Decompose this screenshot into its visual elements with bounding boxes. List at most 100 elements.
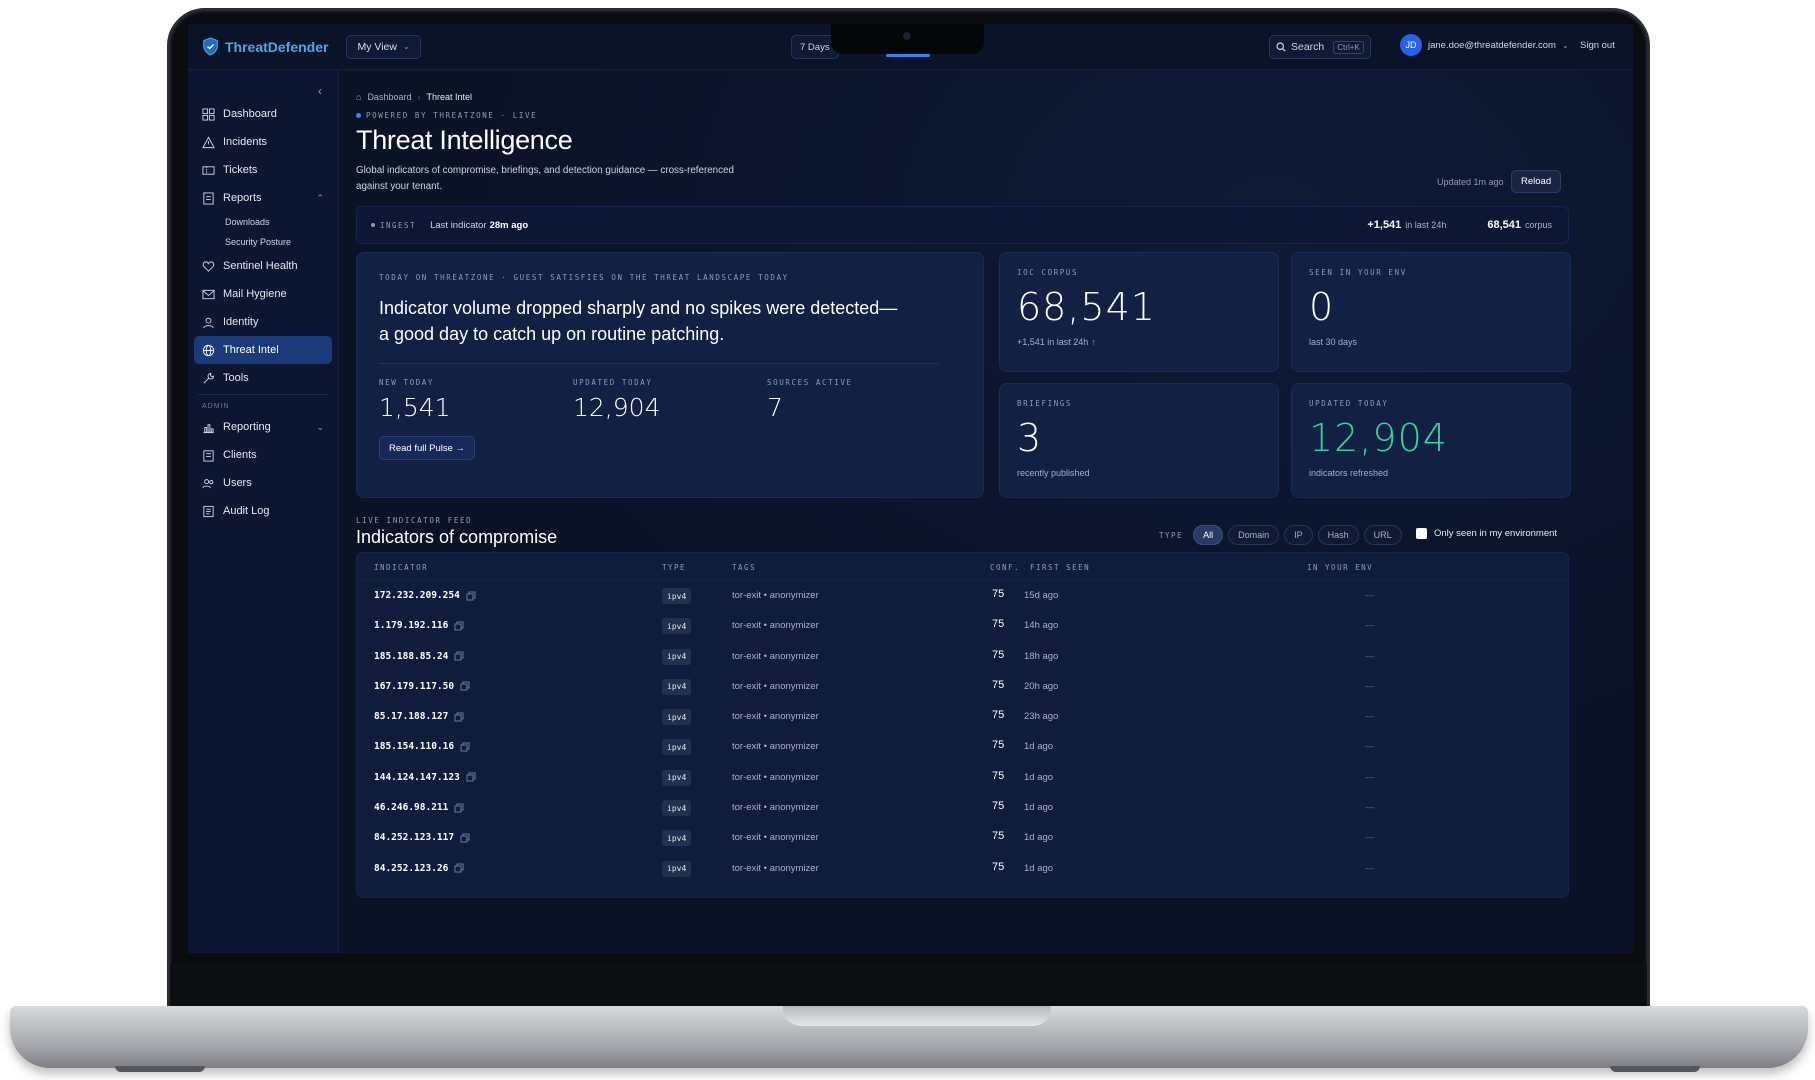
search-icon	[1276, 42, 1286, 52]
sidebar-item-identity[interactable]: Identity	[194, 308, 332, 336]
read-full-pulse-button[interactable]: Read full Pulse →	[379, 436, 476, 460]
ioc-table: INDICATOR TYPE TAGS CONF. FIRST SEEN IN …	[356, 552, 1569, 898]
page-title: Threat Intelligence	[356, 125, 573, 155]
sidebar-subitem-security-posture[interactable]: Security Posture	[194, 232, 332, 252]
copy-icon[interactable]	[466, 591, 476, 601]
ingest-delta-label: in last 24h	[1405, 220, 1447, 230]
ingest-last-label: Last indicator	[430, 219, 487, 231]
in-env-cell: —	[1365, 862, 1375, 874]
laptop-foot	[115, 1066, 205, 1072]
indicator-cell[interactable]: 84.252.123.117	[374, 832, 470, 843]
user-email: jane.doe@threatdefender.com	[1428, 39, 1556, 51]
pulse-stat-sources: SOURCES ACTIVE 7	[767, 378, 961, 422]
log-icon	[203, 505, 214, 517]
table-row[interactable]: 85.17.188.127 ipv4 tor-exit • anonymizer 75…	[357, 702, 1568, 732]
reload-button[interactable]: Reload	[1511, 170, 1562, 193]
col-in-your-env[interactable]: IN YOUR ENV	[1307, 563, 1373, 572]
sidebar-item-sentinel-health[interactable]: Sentinel Health	[194, 252, 332, 280]
stat-card-briefings: BRIEFINGS 3 recently published	[999, 383, 1279, 498]
user-menu[interactable]: JD jane.doe@threatdefender.com ⌄	[1400, 34, 1569, 56]
only-env-toggle[interactable]: Only seen in my environment	[1416, 528, 1557, 539]
stat-value: 12,904	[1309, 416, 1448, 460]
table-row[interactable]: 185.188.85.24 ipv4 tor-exit • anonymizer 75…	[357, 642, 1568, 672]
indicator-cell[interactable]: 1.179.192.116	[374, 620, 464, 631]
indicator-cell[interactable]: 85.17.188.127	[374, 711, 464, 722]
table-row[interactable]: 167.179.117.50 ipv4 tor-exit • anonymizer 7…	[357, 672, 1568, 702]
sidebar-item-tools[interactable]: Tools	[194, 364, 332, 392]
tags-cell: tor-exit • anonymizer	[732, 802, 819, 814]
sidebar-item-users[interactable]: Users	[194, 469, 332, 497]
copy-icon[interactable]	[454, 651, 464, 661]
brand-logo[interactable]: ThreatDefender	[202, 37, 328, 56]
copy-icon[interactable]	[460, 681, 470, 691]
collapse-sidebar-icon[interactable]: ‹	[318, 84, 322, 98]
indicator-cell[interactable]: 167.179.117.50	[374, 681, 470, 692]
conf-cell: 75	[992, 769, 1005, 782]
table-row[interactable]: 1.179.192.116 ipv4 tor-exit • anonymizer 75…	[357, 611, 1568, 641]
table-row[interactable]: 46.246.98.211 ipv4 tor-exit • anonymizer 75…	[357, 793, 1568, 823]
view-selector[interactable]: My View ⌄	[346, 34, 421, 59]
only-env-checkbox[interactable]	[1416, 528, 1427, 539]
type-badge: ipv4	[662, 830, 692, 847]
sidebar-item-tickets[interactable]: Tickets	[194, 156, 332, 184]
col-indicator[interactable]: INDICATOR	[374, 563, 428, 572]
sidebar-subitem-downloads[interactable]: Downloads	[194, 212, 332, 232]
filter-ip[interactable]: IP	[1284, 525, 1313, 545]
table-row[interactable]: 185.154.110.16 ipv4 tor-exit • anonymizer 7…	[357, 732, 1568, 762]
sidebar-item-clients[interactable]: Clients	[194, 441, 332, 469]
copy-icon[interactable]	[454, 621, 464, 631]
filter-all[interactable]: All	[1193, 525, 1224, 545]
sidebar-item-threat-intel[interactable]: Threat Intel	[194, 336, 332, 364]
sidebar-item-incidents[interactable]: Incidents	[194, 128, 332, 156]
table-row[interactable]: 84.252.123.26 ipv4 tor-exit • anonymizer 75…	[357, 854, 1568, 884]
indicator-cell[interactable]: 185.154.110.16	[374, 741, 470, 752]
in-env-cell: —	[1365, 590, 1375, 601]
type-badge: ipv4	[662, 678, 692, 695]
sidebar-item-reports[interactable]: Reports ⌃	[194, 184, 332, 212]
indicator-value: 185.188.85.24	[374, 650, 449, 662]
indicator-cell[interactable]: 46.246.98.211	[374, 802, 464, 813]
sidebar-section-admin: ADMIN	[202, 402, 230, 410]
col-type[interactable]: TYPE	[662, 563, 686, 572]
col-first-seen[interactable]: FIRST SEEN	[1030, 563, 1090, 572]
search-button[interactable]: Search Ctrl+K	[1269, 35, 1371, 59]
breadcrumb-root[interactable]: Dashboard	[367, 92, 411, 102]
ingest-delta-value: +1,541	[1367, 219, 1402, 231]
table-row[interactable]: 144.124.147.123 ipv4 tor-exit • anonymizer…	[357, 763, 1568, 793]
trend-up-icon: ↑	[1091, 337, 1096, 347]
tags-cell: tor-exit • anonymizer	[732, 771, 819, 783]
sidebar-item-mail-hygiene[interactable]: Mail Hygiene	[194, 280, 332, 308]
filter-url[interactable]: URL	[1363, 525, 1402, 545]
type-badge: ipv4	[662, 800, 692, 817]
chevron-down-icon: ⌄	[402, 42, 410, 51]
tags-cell: tor-exit • anonymizer	[732, 620, 819, 632]
sign-out-button[interactable]: Sign out	[1580, 40, 1615, 51]
sidebar-item-label: Reports	[223, 192, 262, 204]
stat-caption: last 30 days	[1309, 337, 1358, 347]
col-conf[interactable]: CONF.	[990, 563, 1020, 572]
copy-icon[interactable]	[460, 833, 470, 843]
table-row[interactable]: 84.252.123.117 ipv4 tor-exit • anonymizer 7…	[357, 823, 1568, 853]
ingest-tag: INGEST	[371, 221, 416, 230]
sidebar-item-reporting[interactable]: Reporting ⌄	[194, 413, 332, 441]
sidebar-divider	[198, 394, 328, 395]
copy-icon[interactable]	[454, 803, 464, 813]
col-tags[interactable]: TAGS	[732, 563, 756, 572]
pulse-kicker: TODAY ON THREATZONE · GUEST SATISFIES ON…	[379, 273, 789, 282]
indicator-cell[interactable]: 84.252.123.26	[374, 863, 464, 874]
indicator-cell[interactable]: 172.232.209.254	[374, 590, 476, 601]
sidebar-item-audit-log[interactable]: Audit Log	[194, 497, 332, 525]
copy-icon[interactable]	[460, 742, 470, 752]
type-badge: ipv4	[662, 709, 692, 726]
copy-icon[interactable]	[466, 772, 476, 782]
stat-caption: indicators refreshed	[1309, 468, 1389, 478]
table-row[interactable]: 172.232.209.254 ipv4 tor-exit • anonymizer…	[357, 581, 1568, 611]
filter-domain[interactable]: Domain	[1228, 525, 1280, 545]
copy-icon[interactable]	[454, 863, 464, 873]
filter-hash[interactable]: Hash	[1317, 525, 1359, 545]
indicator-cell[interactable]: 185.188.85.24	[374, 651, 464, 662]
sidebar-item-dashboard[interactable]: Dashboard	[194, 100, 332, 128]
indicator-cell[interactable]: 144.124.147.123	[374, 772, 476, 783]
copy-icon[interactable]	[454, 712, 464, 722]
type-badge: ipv4	[662, 648, 692, 665]
